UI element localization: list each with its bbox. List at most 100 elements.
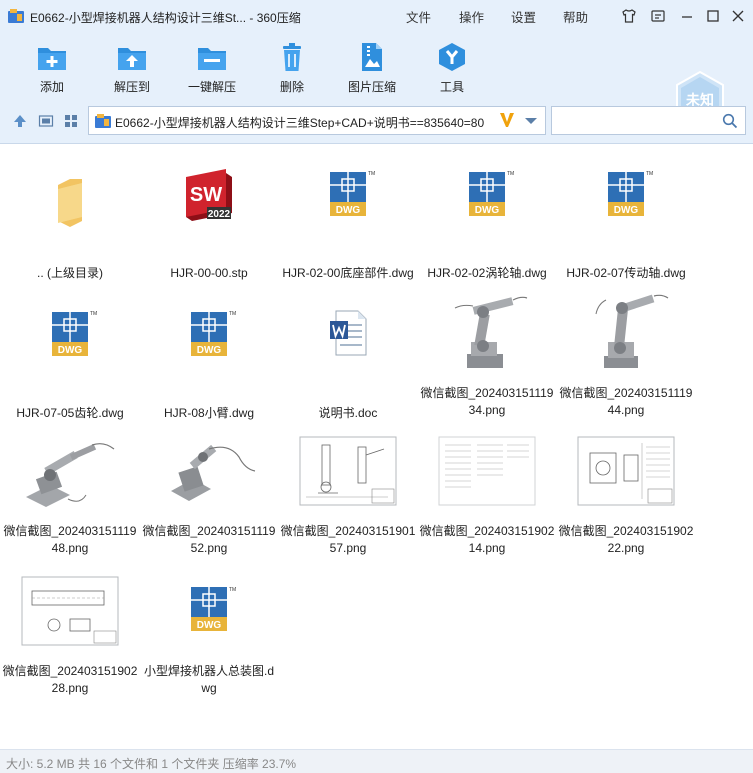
file-item[interactable]: 微信截图_20240315190222.png [557, 435, 695, 571]
address-bar[interactable]: E0662-小型焊接机器人结构设计三维Step+CAD+说明书==835640=… [88, 106, 546, 135]
title-bar: E0662-小型焊接机器人结构设计三维St... - 360压缩 文件 操作 设… [0, 0, 753, 32]
file-name: 微信截图_20240315111948.png [3, 524, 137, 555]
add-archive-icon [38, 48, 66, 70]
menu-settings[interactable]: 设置 [511, 7, 536, 26]
file-thumbnail: DWG TM [20, 305, 120, 397]
file-name: 微信截图_20240315190222.png [558, 524, 694, 555]
toolbar: 添加 解压到 一键解压 删除 图片压缩 工具 未知 [0, 32, 753, 126]
extract-to-icon [118, 48, 146, 70]
detail-view-icon[interactable] [38, 113, 54, 129]
one-click-extract-button[interactable]: 一键解压 [177, 38, 247, 96]
tools-icon [439, 43, 465, 71]
svg-text:TM: TM [646, 171, 653, 177]
skin-shirt-icon[interactable] [621, 8, 637, 24]
menu-operation[interactable]: 操作 [459, 7, 484, 26]
trash-icon [283, 43, 301, 71]
dwg-icon: DWG TM [608, 171, 653, 216]
file-thumbnail [437, 435, 537, 515]
up-arrow-icon[interactable] [12, 113, 28, 129]
menu-help[interactable]: 帮助 [563, 7, 588, 26]
tools-label: 工具 [439, 80, 464, 94]
svg-text:TM: TM [507, 171, 514, 177]
solidworks-icon: SW 2022 [186, 169, 232, 221]
file-name: 微信截图_20240315111952.png [142, 524, 276, 555]
file-name: HJR-08小臂.dwg [163, 406, 255, 420]
file-item[interactable]: .. (上级目录) [1, 165, 139, 301]
file-thumbnail: SW 2022 [159, 165, 259, 257]
address-path: E0662-小型焊接机器人结构设计三维Step+CAD+说明书==835640=… [115, 116, 485, 130]
one-click-extract-label: 一键解压 [187, 80, 236, 94]
file-thumbnail [437, 290, 537, 375]
file-name: HJR-02-07传动轴.dwg [566, 266, 686, 280]
grid-view-icon[interactable] [63, 113, 79, 129]
dwg-text: DWG [197, 345, 222, 356]
file-item[interactable]: DWG TM HJR-02-00底座部件.dwg [279, 165, 417, 301]
file-thumbnail: DWG TM [437, 165, 537, 257]
add-label: 添加 [39, 80, 64, 94]
dwg-text: DWG [336, 205, 361, 216]
file-item[interactable]: DWG TM 小型焊接机器人总装图.dwg [140, 585, 278, 721]
robot-image-thumbnail [595, 294, 669, 368]
window-title: E0662-小型焊接机器人结构设计三维St... - 360压缩 [30, 11, 301, 25]
image-compress-button[interactable]: 图片压缩 [337, 38, 407, 96]
maximize-icon[interactable] [705, 8, 721, 24]
file-thumbnail: DWG TM [159, 305, 259, 397]
menu-file[interactable]: 文件 [406, 7, 431, 26]
file-item[interactable]: 微信截图_20240315111952.png [140, 435, 278, 571]
search-box[interactable] [551, 106, 746, 135]
close-icon[interactable] [730, 8, 746, 24]
file-item[interactable]: 微信截图_20240315190228.png [1, 575, 139, 711]
extract-to-label: 解压到 [113, 80, 150, 94]
file-name: 小型焊接机器人总装图.dwg [143, 664, 274, 695]
one-click-extract-icon [198, 48, 226, 70]
file-name: 微信截图_20240315190157.png [280, 524, 416, 555]
file-name: 说明书.doc [318, 406, 378, 420]
address-dropdown-icon[interactable] [525, 118, 537, 124]
file-thumbnail: DWG TM [298, 165, 398, 257]
dwg-icon: DWG TM [191, 311, 236, 356]
file-item[interactable]: 微信截图_20240315111948.png [1, 435, 139, 571]
file-item[interactable]: SW 2022 HJR-00-00.stp [140, 165, 278, 301]
v-mark-icon [500, 113, 514, 127]
robot-image-thumbnail [171, 444, 256, 501]
technical-drawing-thumbnail [299, 436, 397, 506]
message-icon[interactable] [650, 8, 666, 24]
status-text: 大小: 5.2 MB 共 16 个文件和 1 个文件夹 压缩率 23.7% [6, 757, 297, 771]
file-thumbnail [20, 165, 120, 257]
file-item[interactable]: 微信截图_20240315190157.png [279, 435, 417, 571]
app-logo-icon [8, 9, 24, 23]
file-item[interactable]: 微信截图_20240315111934.png [418, 290, 556, 426]
search-icon[interactable] [722, 113, 738, 129]
svg-text:TM: TM [368, 171, 375, 177]
minimize-icon[interactable] [679, 8, 695, 24]
tools-button[interactable]: 工具 [417, 38, 487, 96]
search-input[interactable] [556, 111, 716, 131]
svg-text:TM: TM [90, 311, 97, 317]
file-name: HJR-07-05齿轮.dwg [16, 406, 124, 420]
robot-image-thumbnail [454, 296, 528, 368]
add-button[interactable]: 添加 [17, 38, 87, 96]
file-item[interactable]: 说明书.doc [279, 305, 417, 441]
file-name: .. (上级目录) [37, 266, 103, 280]
delete-button[interactable]: 删除 [257, 38, 327, 96]
file-item[interactable]: DWG TM HJR-02-07传动轴.dwg [557, 165, 695, 301]
file-thumbnail [159, 435, 259, 515]
file-thumbnail [298, 305, 398, 397]
file-item[interactable]: DWG TM HJR-02-02涡轮轴.dwg [418, 165, 556, 301]
file-thumbnail [20, 435, 120, 515]
file-item[interactable]: 微信截图_20240315111944.png [557, 290, 695, 426]
file-name: 微信截图_20240315190214.png [419, 524, 555, 555]
file-thumbnail [576, 435, 676, 515]
file-item[interactable]: DWG TM HJR-07-05齿轮.dwg [1, 305, 139, 441]
file-name: 微信截图_20240315111944.png [559, 386, 693, 417]
word-document-icon [330, 310, 367, 356]
image-compress-icon [362, 43, 382, 71]
parts-list-thumbnail [438, 436, 536, 506]
dwg-text: DWG [197, 620, 222, 631]
file-item[interactable]: DWG TM HJR-08小臂.dwg [140, 305, 278, 441]
svg-text:TM: TM [229, 311, 236, 317]
file-item[interactable]: 微信截图_20240315190214.png [418, 435, 556, 571]
archive-icon [95, 114, 111, 128]
file-grid: .. (上级目录) SW 2022 HJR-00-00.stp DWG TM H… [0, 145, 753, 748]
extract-to-button[interactable]: 解压到 [97, 38, 167, 96]
